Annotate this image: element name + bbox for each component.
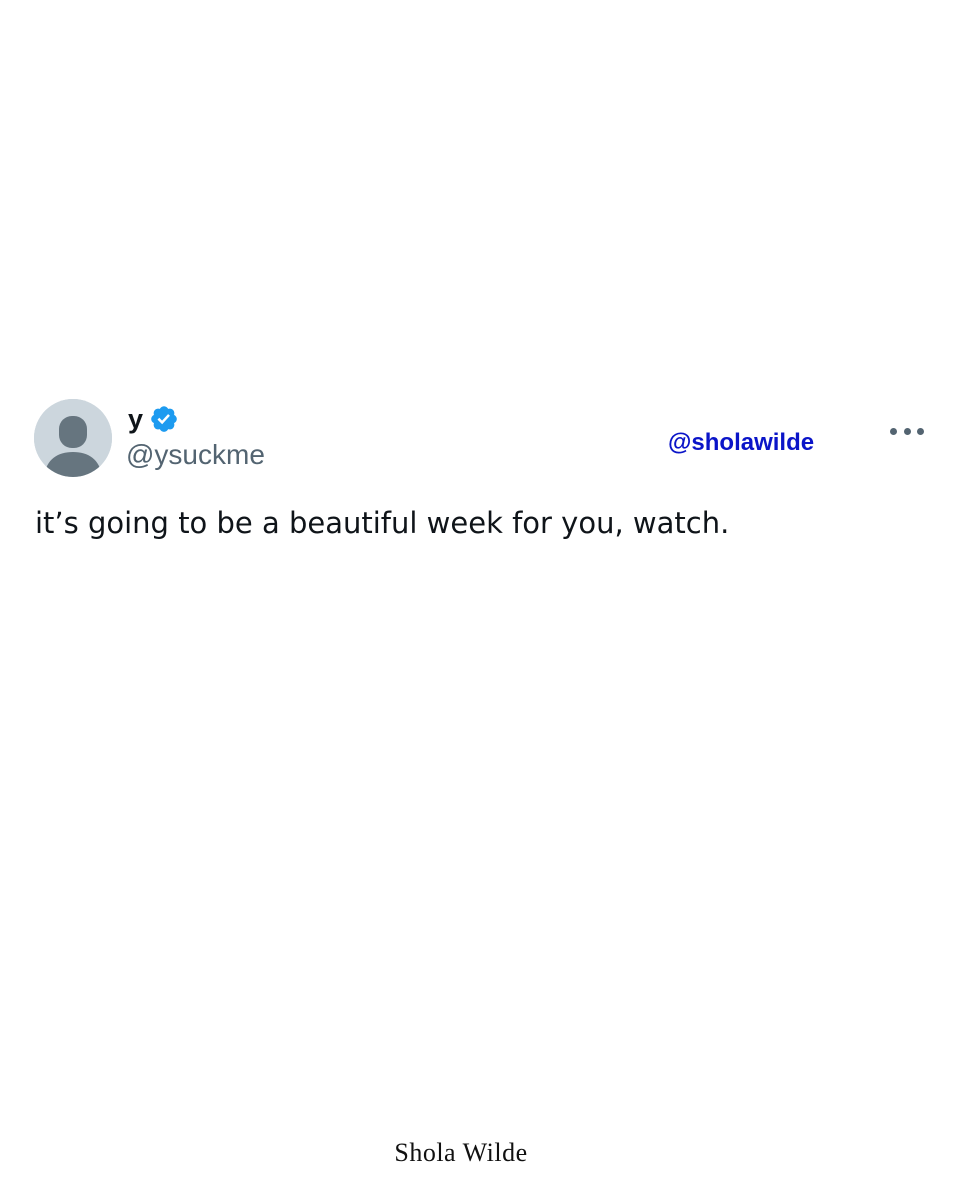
more-dot xyxy=(903,427,911,435)
more-options-icon[interactable] xyxy=(890,421,924,441)
signature: Shola Wilde xyxy=(394,1138,528,1167)
watermark-handle: @sholawilde xyxy=(668,429,815,456)
tweet-text: it’s going to be a beautiful week for yo… xyxy=(35,506,730,540)
verified-badge-icon xyxy=(149,404,179,434)
default-avatar-icon xyxy=(34,399,112,477)
more-dot xyxy=(890,427,897,435)
user-handle[interactable]: @ysuckme xyxy=(126,439,265,471)
display-name-row[interactable]: y xyxy=(128,401,179,437)
display-name[interactable]: y xyxy=(128,405,143,433)
avatar[interactable] xyxy=(34,399,112,477)
more-dot xyxy=(917,427,924,435)
